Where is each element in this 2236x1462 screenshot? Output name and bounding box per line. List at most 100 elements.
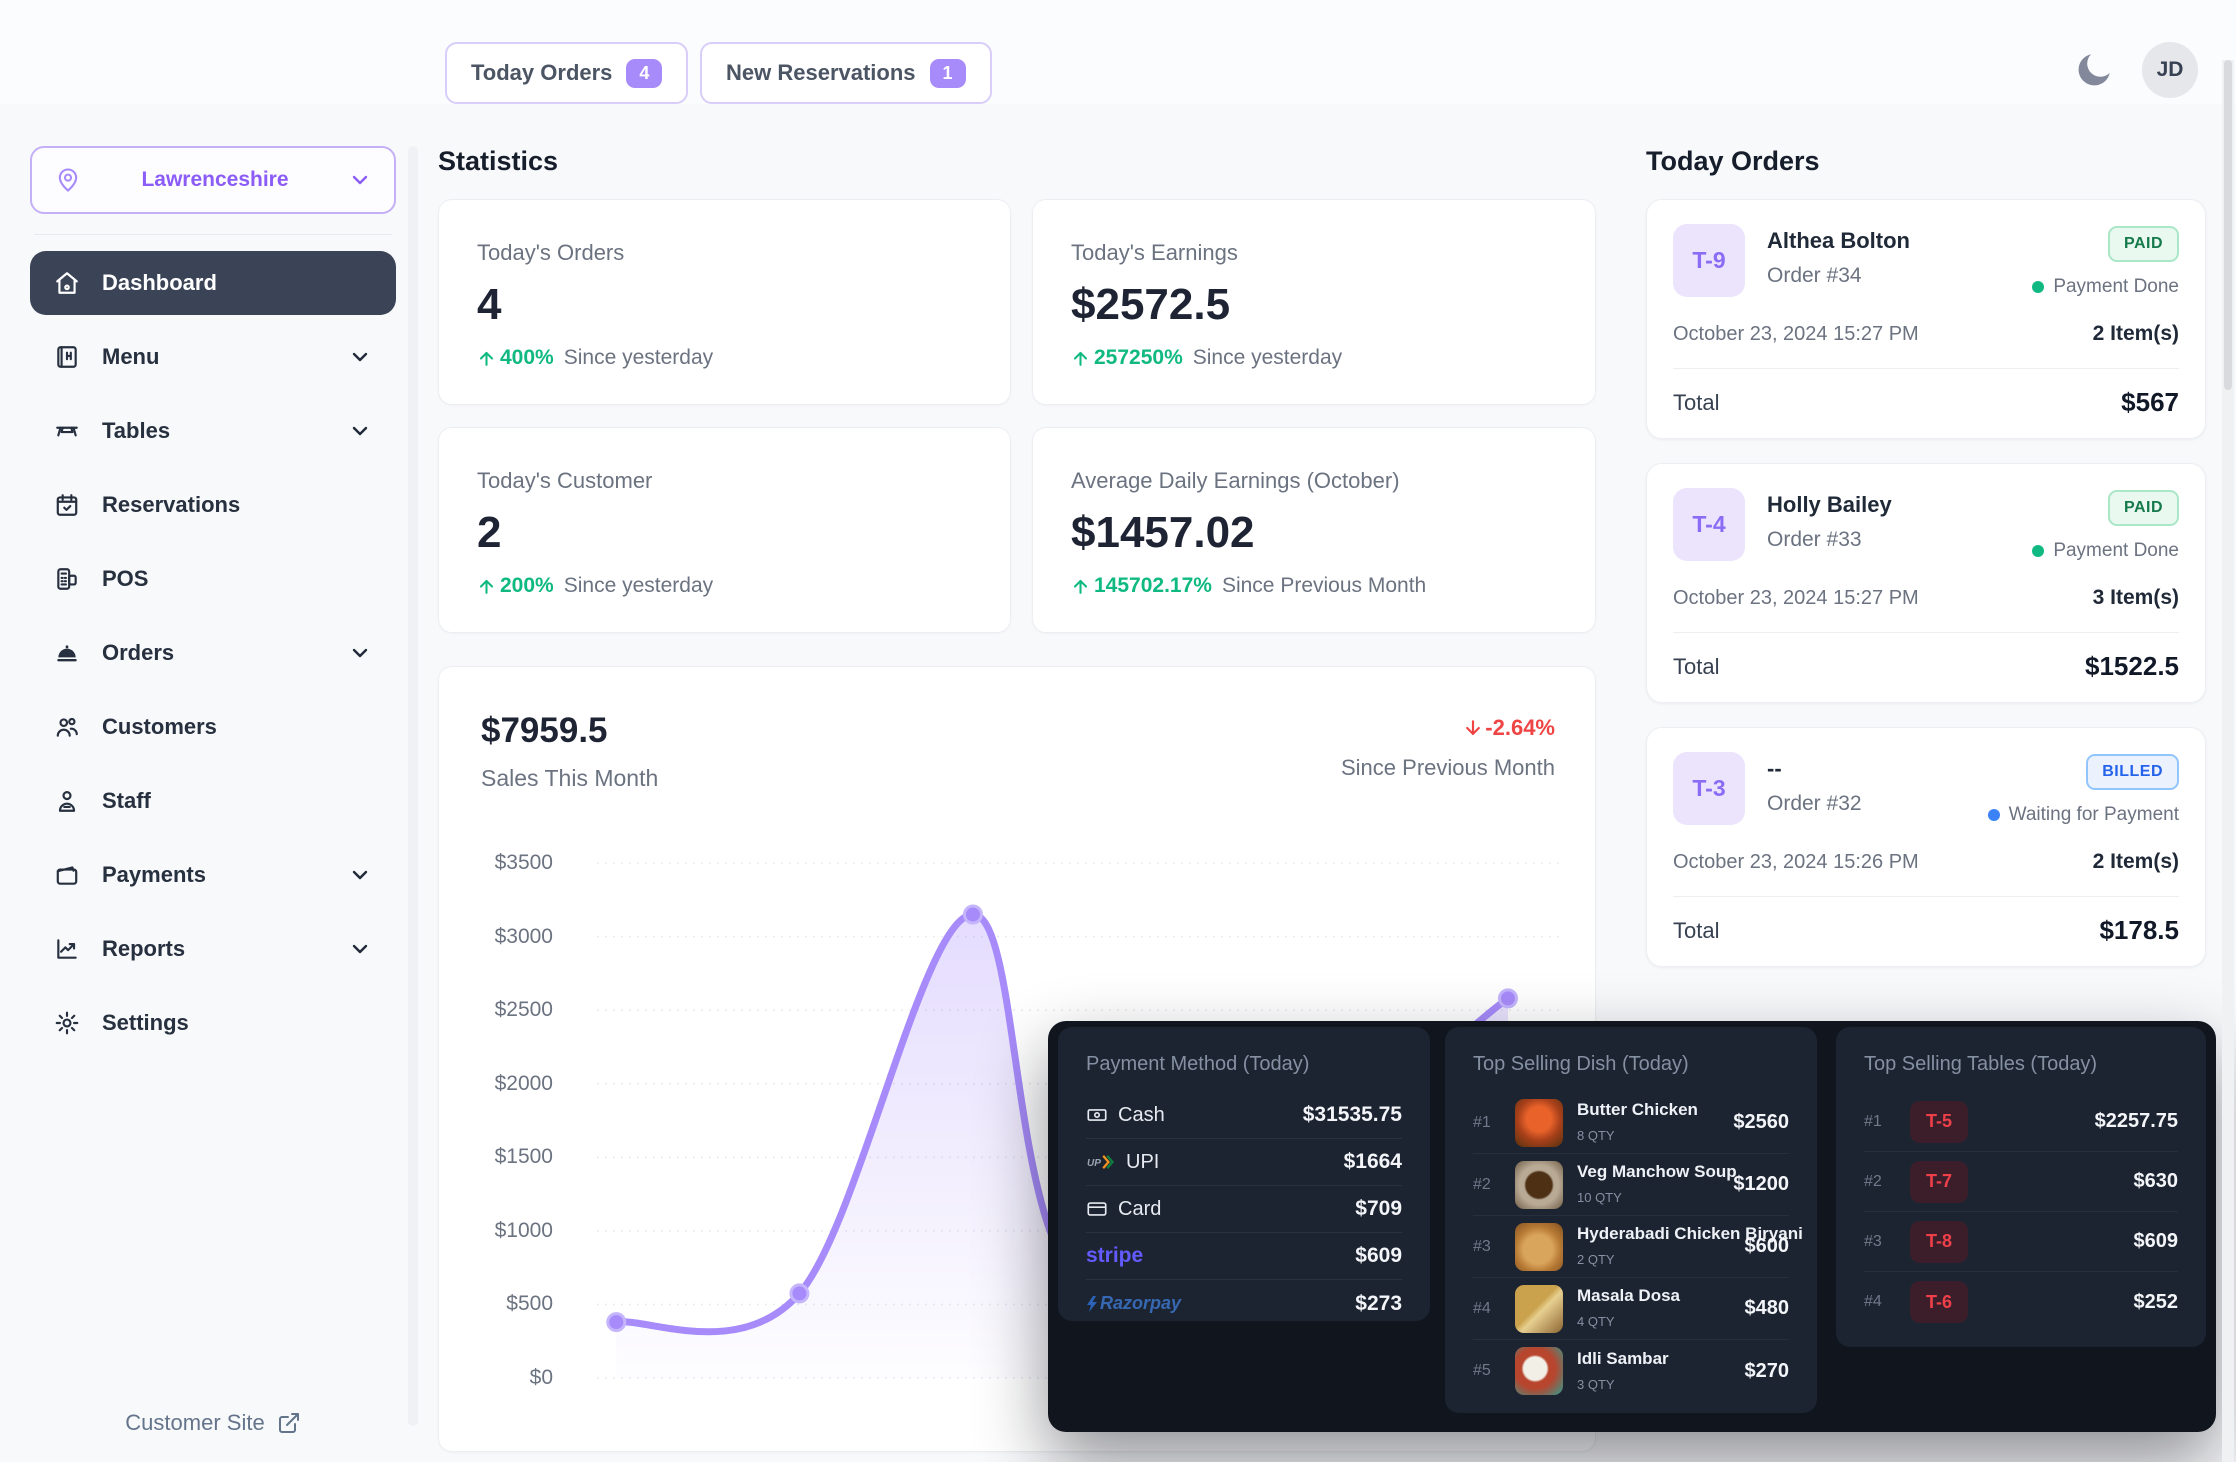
order-customer-name: -- — [1767, 756, 1966, 782]
wallet-icon — [54, 862, 80, 888]
dark-mode-toggle[interactable] — [2072, 48, 2116, 92]
today-orders-button[interactable]: Today Orders 4 — [445, 42, 688, 104]
table-badge: T-3 — [1673, 752, 1745, 825]
order-items-count: 2 Item(s) — [2093, 850, 2179, 874]
home-icon — [54, 270, 80, 296]
statistics-grid: Today's Orders 4 400% Since yesterday To… — [438, 199, 1596, 633]
status-badge: PAID — [2108, 490, 2179, 526]
order-card[interactable]: T-9 Althea Bolton Order #34 PAID Payment… — [1646, 199, 2206, 439]
chevron-down-icon — [348, 641, 372, 665]
payment-method-name: UPI — [1126, 1151, 1159, 1174]
sidebar-item-label: Payments — [102, 862, 326, 888]
stat-delta-note: Since yesterday — [564, 346, 713, 370]
payment-amount: $31535.75 — [1303, 1103, 1402, 1127]
dish-row: #2 Veg Manchow Soup10 QTY $1200 — [1473, 1154, 1789, 1216]
sidebar-item-payments[interactable]: Payments — [30, 843, 396, 907]
sidebar-item-menu[interactable]: Menu — [30, 325, 396, 389]
y-tick-label: $3500 — [443, 851, 553, 875]
order-items-count: 2 Item(s) — [2093, 322, 2179, 346]
rank-label: #5 — [1473, 1362, 1501, 1380]
stat-value: $1457.02 — [1071, 508, 1557, 558]
payment-row-upi: UP UPI $1664 — [1086, 1139, 1402, 1186]
sidebar-item-dashboard[interactable]: Dashboard — [30, 251, 396, 315]
table-amount: $609 — [2134, 1230, 2179, 1253]
sidebar-item-pos[interactable]: POS — [30, 547, 396, 611]
y-tick-label: $1000 — [443, 1219, 553, 1243]
payment-row-card: Card $709 — [1086, 1186, 1402, 1233]
svg-text:UP: UP — [1087, 1158, 1101, 1169]
order-number: Order #33 — [1767, 528, 2010, 552]
rank-label: #3 — [1473, 1238, 1501, 1256]
dish-qty: 10 QTY — [1577, 1190, 1622, 1205]
dish-row: #1 Butter Chicken8 QTY $2560 — [1473, 1092, 1789, 1154]
stat-title: Today's Orders — [477, 240, 972, 266]
avatar-initials: JD — [2157, 58, 2184, 82]
top-selling-tables-panel: Top Selling Tables (Today) #1 T-5 $2257.… — [1836, 1027, 2206, 1347]
location-selector-label: Lawrenceshire — [98, 168, 332, 192]
sidebar: Lawrenceshire Dashboard Menu Tables Rese… — [30, 146, 396, 1446]
dish-name: Butter Chicken — [1577, 1100, 1719, 1120]
table-badge: T-7 — [1910, 1161, 1968, 1203]
chevron-down-icon — [348, 345, 372, 369]
cash-icon — [1086, 1104, 1108, 1126]
table-badge: T-6 — [1910, 1281, 1968, 1323]
new-reservations-button[interactable]: New Reservations 1 — [700, 42, 992, 104]
sidebar-item-orders[interactable]: Orders — [30, 621, 396, 685]
today-orders-count-badge: 4 — [626, 59, 662, 88]
arrow-up-icon — [1071, 577, 1090, 596]
rank-label: #1 — [1473, 1114, 1501, 1132]
sidebar-item-staff[interactable]: Staff — [30, 769, 396, 833]
chevron-down-icon — [348, 419, 372, 443]
page-scrollbar[interactable] — [2222, 60, 2234, 1462]
table-badge: T-5 — [1910, 1101, 1968, 1143]
sales-delta-note: Since Previous Month — [1341, 755, 1555, 781]
location-selector[interactable]: Lawrenceshire — [30, 146, 396, 214]
order-total-label: Total — [1673, 654, 1719, 680]
sidebar-scrollbar[interactable] — [408, 146, 418, 1426]
customer-site-link[interactable]: Customer Site — [30, 1410, 396, 1436]
arrow-up-icon — [1071, 349, 1090, 368]
payment-status-dot — [2032, 545, 2044, 557]
stat-card-todays-customer: Today's Customer 2 200% Since yesterday — [438, 427, 1011, 633]
chevron-down-icon — [348, 863, 372, 887]
payment-status-dot — [1988, 809, 2000, 821]
stat-value: 4 — [477, 280, 972, 330]
dish-row: #3 Hyderabadi Chicken Biryani2 QTY $600 — [1473, 1216, 1789, 1278]
statistics-heading: Statistics — [438, 146, 1596, 177]
dish-amount: $270 — [1745, 1360, 1790, 1383]
sidebar-item-customers[interactable]: Customers — [30, 695, 396, 759]
sidebar-item-label: Settings — [102, 1010, 372, 1036]
sidebar-item-settings[interactable]: Settings — [30, 991, 396, 1055]
stat-delta-pct: 145702.17% — [1094, 574, 1212, 598]
razorpay-logo: Razorpay — [1086, 1293, 1181, 1314]
sidebar-item-reports[interactable]: Reports — [30, 917, 396, 981]
table-row: #2 T-7 $630 — [1864, 1152, 2178, 1212]
sidebar-item-label: Customers — [102, 714, 372, 740]
top-selling-tables-title: Top Selling Tables (Today) — [1864, 1053, 2178, 1076]
new-reservations-button-label: New Reservations — [726, 60, 916, 86]
menu-book-icon — [54, 344, 80, 370]
payment-amount: $273 — [1355, 1292, 1402, 1316]
table-badge: T-4 — [1673, 488, 1745, 561]
dish-row: #4 Masala Dosa4 QTY $480 — [1473, 1278, 1789, 1340]
top-selling-dish-panel: Top Selling Dish (Today) #1 Butter Chick… — [1445, 1027, 1817, 1413]
sidebar-item-label: Dashboard — [102, 270, 372, 296]
divider — [1673, 896, 2179, 897]
dish-amount: $480 — [1745, 1297, 1790, 1320]
avatar[interactable]: JD — [2142, 42, 2198, 98]
stat-card-average-daily-earnings: Average Daily Earnings (October) $1457.0… — [1032, 427, 1596, 633]
order-card[interactable]: T-4 Holly Bailey Order #33 PAID Payment … — [1646, 463, 2206, 703]
sidebar-item-tables[interactable]: Tables — [30, 399, 396, 463]
stat-delta-note: Since yesterday — [1193, 346, 1342, 370]
sidebar-item-reservations[interactable]: Reservations — [30, 473, 396, 537]
scrollbar-thumb[interactable] — [2224, 60, 2232, 390]
order-card[interactable]: T-3 -- Order #32 BILLED Waiting for Paym… — [1646, 727, 2206, 967]
sidebar-divider — [34, 234, 392, 235]
rank-label: #1 — [1864, 1113, 1892, 1131]
dish-amount: $1200 — [1733, 1173, 1789, 1196]
arrow-up-icon — [477, 349, 496, 368]
payment-amount: $609 — [1355, 1244, 1402, 1268]
dish-row: #5 Idli Sambar3 QTY $270 — [1473, 1340, 1789, 1402]
upi-logo-icon: UP — [1086, 1154, 1116, 1170]
order-total-label: Total — [1673, 918, 1719, 944]
